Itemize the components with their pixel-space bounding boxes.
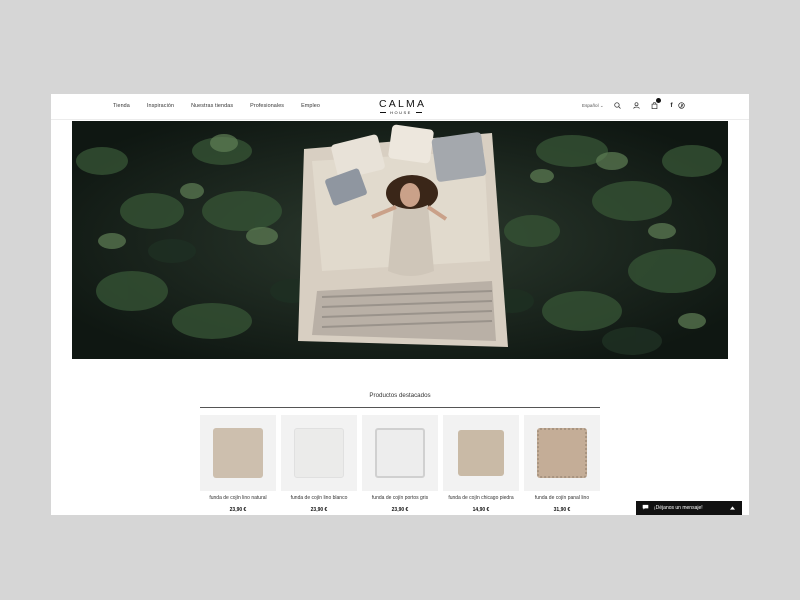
cart-count-badge [656,98,661,103]
chevron-up-icon[interactable] [730,506,735,512]
language-label: Español [582,103,599,108]
chat-label: ¡Déjanos un mensaje! [654,505,703,511]
nav-item-profesionales[interactable]: Profesionales [250,103,284,109]
main-nav: Tienda Inspiración Nuestras tiendas Prof… [113,103,337,109]
nav-item-empleo[interactable]: Empleo [301,103,320,109]
chat-widget[interactable]: ¡Déjanos un mensaje! [636,501,742,515]
nav-item-nuestras-tiendas[interactable]: Nuestras tiendas [191,103,233,109]
product-card[interactable]: funda de cojín lino natural 23,90 € [200,415,276,513]
product-card[interactable]: funda de cojín chicago piedra 14,90 € [443,415,519,513]
search-icon[interactable] [612,100,622,110]
product-image[interactable] [281,415,357,491]
product-name[interactable]: funda de cojín lino blanco [281,495,357,501]
product-price: 31,90 € [553,507,571,513]
product-price: 23,90 € [229,507,247,513]
product-image[interactable] [443,415,519,491]
nav-item-tienda[interactable]: Tienda [113,103,130,109]
product-name[interactable]: funda de cojín panal lino [524,495,600,501]
product-grid: funda de cojín lino natural 23,90 € fund… [200,415,605,513]
pinterest-icon[interactable] [676,100,686,110]
chevron-down-icon: ⌄ [599,103,604,108]
product-price: 23,90 € [310,507,328,513]
language-selector[interactable]: Español ⌄ [582,103,604,109]
product-image[interactable] [362,415,438,491]
bag-icon[interactable] [649,98,661,110]
product-card[interactable]: funda de cojín lino blanco 23,90 € [281,415,357,513]
section-divider [200,407,600,408]
user-icon[interactable] [631,100,641,110]
chat-bubble-icon [642,504,649,512]
section-title: Productos destacados [369,392,431,399]
product-card[interactable]: funda de cojín panal lino 31,90 € [524,415,600,513]
product-name[interactable]: funda de cojín portos gris [362,495,438,501]
hero-image[interactable] [72,121,728,359]
site-logo[interactable]: CALMA HOUSE [379,98,427,115]
facebook-icon[interactable]: f [668,100,675,110]
logo-text: CALMA [379,98,427,110]
product-card[interactable]: funda de cojín portos gris 23,90 € [362,415,438,513]
product-image[interactable] [200,415,276,491]
product-name[interactable]: funda de cojín chicago piedra [443,495,519,501]
nav-item-inspiracion[interactable]: Inspiración [147,103,174,109]
site-header: Tienda Inspiración Nuestras tiendas Prof… [51,94,749,120]
product-name[interactable]: funda de cojín lino natural [200,495,276,501]
logo-subtext: HOUSE [379,110,423,115]
product-price: 14,90 € [472,507,490,513]
product-image[interactable] [524,415,600,491]
hero-photo [72,121,728,359]
product-price: 23,90 € [391,507,409,513]
browser-page: Tienda Inspiración Nuestras tiendas Prof… [51,94,749,515]
